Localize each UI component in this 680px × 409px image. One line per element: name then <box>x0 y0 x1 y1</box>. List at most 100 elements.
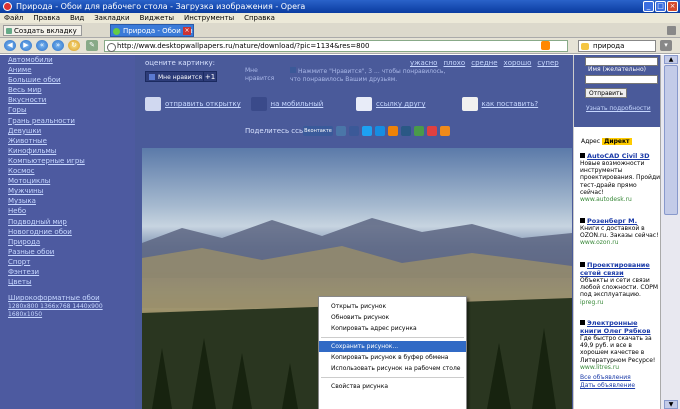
back-icon[interactable]: ◀ <box>4 40 16 51</box>
learn-more-link[interactable]: Узнать подробности <box>586 105 651 112</box>
wallpaper-image[interactable]: Открыть рисунок Обновить рисунок Копиров… <box>142 148 572 409</box>
send-button[interactable]: Отправить <box>585 88 628 98</box>
give-ad-link[interactable]: Дать объявление <box>580 382 635 390</box>
sidebar-item[interactable]: Подводный мир <box>8 217 135 227</box>
new-tab-button[interactable]: Создать вкладку <box>3 25 82 36</box>
sidebar-item[interactable]: Фэнтези <box>8 267 135 277</box>
sidebar-item[interactable]: Спорт <box>8 257 135 267</box>
vertical-scrollbar[interactable]: ▲ ▼ <box>660 55 680 409</box>
sidebar-item[interactable]: Большие обои <box>8 75 135 85</box>
how-to-set-link[interactable]: как поставить? <box>460 95 566 113</box>
ad-url[interactable]: www.autodesk.ru <box>580 196 660 203</box>
sidebar-item[interactable]: Небо <box>8 206 135 216</box>
tab-close-icon[interactable]: × <box>183 27 191 35</box>
menu-widgets[interactable]: Виджеты <box>140 13 174 23</box>
rate-bad[interactable]: плохо <box>443 59 465 67</box>
rate-awful[interactable]: ужасно <box>410 59 437 67</box>
all-ads-link[interactable]: Все объявления <box>580 374 635 382</box>
fast-forward-icon[interactable]: » <box>52 40 64 51</box>
sidebar-item[interactable]: Природа <box>8 237 135 247</box>
send-postcard-link[interactable]: отправить открытку <box>143 95 249 113</box>
scroll-down-icon[interactable]: ▼ <box>664 400 678 409</box>
sidebar-item[interactable]: Горы <box>8 105 135 115</box>
menu-bar: Файл Правка Вид Закладки Виджеты Инструм… <box>0 13 680 23</box>
vkontakte-button[interactable]: Вконтакте <box>303 126 333 136</box>
close-button[interactable]: × <box>667 1 678 12</box>
edit-icon[interactable]: ✎ <box>86 40 98 51</box>
sidebar-item[interactable]: Девушки <box>8 126 135 136</box>
search-engine-icon[interactable]: ▾ <box>660 40 672 51</box>
ad-title[interactable]: Проектирование сетей связи <box>580 261 660 277</box>
ad-url[interactable]: www.litres.ru <box>580 364 660 371</box>
mailru-icon[interactable] <box>375 126 385 136</box>
reload-icon[interactable]: ↻ <box>68 40 80 51</box>
ctx-reload-image[interactable]: Обновить рисунок <box>319 312 466 323</box>
sidebar-item[interactable]: Кинофильмы <box>8 146 135 156</box>
sidebar-item[interactable]: Разные обои <box>8 247 135 257</box>
menu-file[interactable]: Файл <box>4 13 23 23</box>
name-field[interactable] <box>585 75 658 84</box>
sidebar-item[interactable]: Новогодние обои <box>8 227 135 237</box>
email-field[interactable] <box>585 57 658 66</box>
ctx-open-image[interactable]: Открыть рисунок <box>319 301 466 312</box>
odnoklassniki-icon[interactable] <box>388 126 398 136</box>
rate-good[interactable]: хорошо <box>504 59 532 67</box>
ctx-save-image[interactable]: Сохранить рисунок... <box>319 341 466 352</box>
bookmark-icon[interactable] <box>414 126 424 136</box>
forward-icon[interactable]: ▶ <box>20 40 32 51</box>
menu-edit[interactable]: Правка <box>33 13 60 23</box>
like-button[interactable]: Мне нравится <box>145 71 207 82</box>
rewind-icon[interactable]: « <box>36 40 48 51</box>
vk-icon[interactable] <box>336 126 346 136</box>
resolution-links[interactable]: 1280x800 1366x768 1440x900 1680x1050 <box>8 303 135 319</box>
page-content: Автомобили Аниме Большие обои Весь мир В… <box>0 55 680 409</box>
scrollbar-thumb[interactable] <box>664 65 678 215</box>
sidebar-widescreen-link[interactable]: Широкоформатные обои <box>8 293 135 303</box>
rate-average[interactable]: средне <box>471 59 497 67</box>
ad-title[interactable]: Розенберг М. <box>580 217 660 225</box>
sidebar-item[interactable]: Грань реальности <box>8 116 135 126</box>
ad-url[interactable]: ipreg.ru <box>580 299 660 306</box>
ctx-copy-image[interactable]: Копировать рисунок в буфер обмена <box>319 352 466 363</box>
sidebar-item[interactable]: Мужчины <box>8 186 135 196</box>
title-bar: Природа - Обои для рабочего стола - Загр… <box>0 0 680 13</box>
ctx-set-as-desktop[interactable]: Использовать рисунок на рабочем столе <box>319 363 466 374</box>
link-to-friend-link[interactable]: ссылку другу <box>354 95 460 113</box>
ad-url[interactable]: www.ozon.ru <box>580 239 660 246</box>
trash-icon[interactable] <box>667 26 676 35</box>
tab-active[interactable]: Природа - Обои для р... × <box>110 24 194 37</box>
address-input[interactable]: http://www.desktopwallpapers.ru/nature/d… <box>104 40 568 52</box>
rss-icon[interactable] <box>541 41 550 50</box>
sidebar-item[interactable]: Весь мир <box>8 85 135 95</box>
yandex-icon[interactable] <box>427 126 437 136</box>
sidebar-item[interactable]: Вкусности <box>8 95 135 105</box>
maximize-button[interactable]: □ <box>655 1 666 12</box>
sidebar-item[interactable]: Космос <box>8 166 135 176</box>
ctx-copy-image-address[interactable]: Копировать адрес рисунка <box>319 323 466 334</box>
to-mobile-link[interactable]: на мобильный <box>249 95 355 113</box>
sidebar-item[interactable]: Животные <box>8 136 135 146</box>
rate-super[interactable]: супер <box>537 59 558 67</box>
sidebar-item[interactable]: Мотоциклы <box>8 176 135 186</box>
sidebar-item[interactable]: Автомобили <box>8 55 135 65</box>
ad-title[interactable]: Электронные книги Олег Рябков <box>580 319 660 335</box>
blogger-icon[interactable] <box>440 126 450 136</box>
search-input[interactable]: природа <box>578 40 656 52</box>
sidebar-item[interactable]: Цветы <box>8 277 135 287</box>
livejournal-icon[interactable] <box>401 126 411 136</box>
sidebar-item[interactable]: Аниме <box>8 65 135 75</box>
twitter-icon[interactable] <box>362 126 372 136</box>
scroll-up-icon[interactable]: ▲ <box>664 55 678 64</box>
ctx-image-properties[interactable]: Свойства рисунка <box>319 381 466 392</box>
facebook-share-icon[interactable] <box>349 126 359 136</box>
send-postcard-label: отправить открытку <box>165 100 241 108</box>
ad-title[interactable]: AutoCAD Civil 3D <box>580 152 660 160</box>
menu-bookmarks[interactable]: Закладки <box>94 13 129 23</box>
menu-view[interactable]: Вид <box>70 13 84 23</box>
menu-tools[interactable]: Инструменты <box>184 13 234 23</box>
sidebar-item[interactable]: Музыка <box>8 196 135 206</box>
menu-help[interactable]: Справка <box>244 13 275 23</box>
sidebar-item[interactable]: Компьютерные игры <box>8 156 135 166</box>
minimize-button[interactable]: _ <box>643 1 654 12</box>
facebook-icon <box>290 67 296 73</box>
